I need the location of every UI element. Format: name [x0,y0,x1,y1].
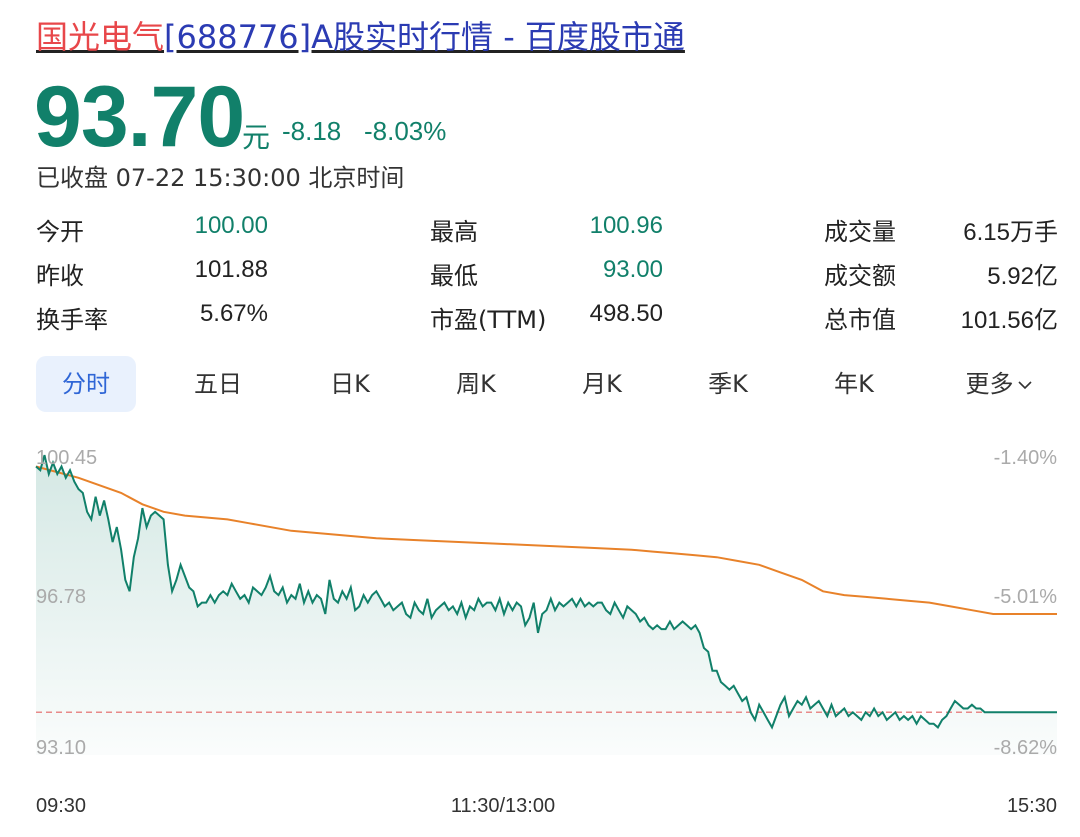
stat-value: 101.88 [194,256,268,283]
price-unit: 元 [242,121,271,154]
stat-label: 成交量 [824,218,896,246]
tab-weekly-k[interactable]: 周K [430,356,522,412]
tab-quarterly-k[interactable]: 季K [682,356,774,412]
price-area [36,455,1057,755]
intraday-chart[interactable]: 100.45 96.78 93.10 -1.40% -5.01% -8.62% … [0,430,1080,837]
stat-value: 6.15万手 [963,219,1058,246]
stat-value: 93.00 [602,256,663,283]
x-tick: 11:30/13:00 [451,795,555,817]
tab-daily-k[interactable]: 日K [304,356,396,412]
stat-label: 总市值 [824,306,896,334]
y-tick-left: 93.10 [36,737,86,759]
tab-more-label: 更多 [965,370,1014,398]
stat-value: 100.00 [194,212,268,239]
tab-five-day[interactable]: 五日 [172,356,264,412]
stat-value: 5.67% [199,300,268,327]
stats-row: 换手率 5.67% 市盈(TTM) 498.50 总市值 101.56亿 [36,294,1058,338]
chevron-down-icon [1017,381,1032,390]
stat-label: 最低 [430,262,478,290]
stats-row: 今开 100.00 最高 100.96 成交量 6.15万手 [36,206,1058,250]
y-tick-left: 100.45 [36,447,97,469]
stat-label: 市盈(TTM) [430,306,547,334]
y-tick-right: -8.62% [994,737,1058,759]
x-tick: 15:30 [1007,795,1057,817]
stat-value: 5.92亿 [987,263,1058,290]
stat-label: 今开 [36,218,84,246]
tab-monthly-k[interactable]: 月K [556,356,648,412]
stat-value: 100.96 [589,212,663,239]
stat-label: 成交额 [824,262,896,290]
y-tick-right: -5.01% [994,586,1058,608]
tab-more[interactable]: 更多 [940,356,1058,412]
stat-value: 101.56亿 [960,307,1058,334]
tab-intraday[interactable]: 分时 [36,356,136,412]
y-tick-right: -1.40% [994,447,1058,469]
stock-name: 国光电气 [36,18,165,56]
current-price: 93.70 [34,69,245,165]
x-tick: 09:30 [36,795,86,817]
stats-row: 昨收 101.88 最低 93.00 成交额 5.92亿 [36,250,1058,294]
stat-value: 498.50 [589,300,663,327]
stat-label: 昨收 [36,262,84,290]
price-change: -8.18 [282,116,342,146]
tab-yearly-k[interactable]: 年K [808,356,900,412]
chart-period-tabs: 分时 五日 日K 周K 月K 季K 年K 更多 [36,356,1058,412]
market-status: 已收盘 07-22 15:30:00 北京时间 [36,164,405,192]
stock-name-link[interactable]: 国光电气[688776]A股实时行情 - 百度股市通 [36,18,685,56]
stat-label: 最高 [430,218,478,246]
title-rest: [688776]A股实时行情 - 百度股市通 [164,18,685,56]
page-title[interactable]: 国光电气[688776]A股实时行情 - 百度股市通 [36,14,685,60]
stats-grid: 今开 100.00 最高 100.96 成交量 6.15万手 昨收 101.88… [36,206,1058,338]
stat-label: 换手率 [36,306,108,334]
price-change-pct: -8.03% [364,116,447,146]
y-tick-left: 96.78 [36,586,86,608]
